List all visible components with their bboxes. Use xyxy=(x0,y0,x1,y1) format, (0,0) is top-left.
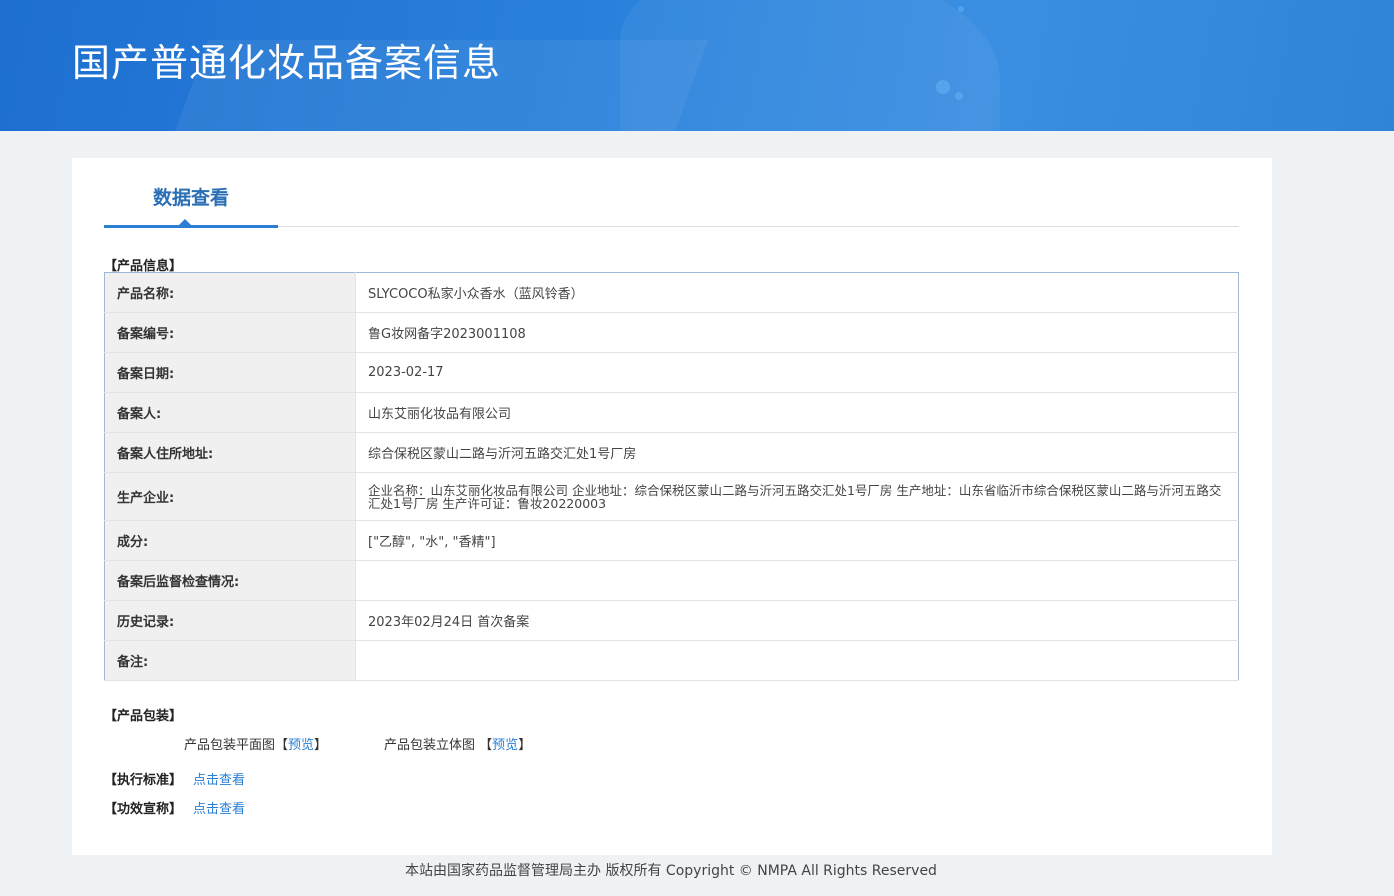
standard-title: 【执行标准】 xyxy=(104,773,183,788)
product-info-table: 产品名称: SLYCOCO私家小众香水（蓝风铃香） 备案编号: 鲁G妆网备字20230… xyxy=(104,272,1239,681)
table-row: 生产企业: 企业名称：山东艾丽化妆品有限公司 企业地址：综合保税区蒙山二路与沂河五… xyxy=(104,472,1239,521)
packaging-flat-row: 产品包装平面图【预览】 xyxy=(184,734,327,753)
row-value xyxy=(355,640,1239,681)
table-row: 备案编号: 鲁G妆网备字2023001108 xyxy=(104,312,1239,353)
header-decoration xyxy=(955,92,963,100)
bracket-open: 【 xyxy=(479,738,493,753)
packaging-flat-label: 产品包装平面图 xyxy=(184,738,276,753)
standard-view-link[interactable]: 点击查看 xyxy=(193,769,245,788)
row-key: 备注: xyxy=(104,640,356,681)
row-value: SLYCOCO私家小众香水（蓝风铃香） xyxy=(355,272,1239,313)
row-key: 备案人: xyxy=(104,392,356,433)
efficacy-view-link[interactable]: 点击查看 xyxy=(193,798,245,817)
table-row: 备案后监督检查情况: xyxy=(104,560,1239,601)
tab-active-indicator xyxy=(104,225,278,228)
table-row: 历史记录: 2023年02月24日 首次备案 xyxy=(104,600,1239,641)
footer-copyright: 本站由国家药品监督管理局主办 版权所有 Copyright © NMPA All… xyxy=(405,863,937,879)
row-value: 2023-02-17 xyxy=(355,352,1239,393)
table-row: 成分: ["乙醇", "水", "香精"] xyxy=(104,520,1239,561)
tab-caret-icon xyxy=(179,219,191,225)
packaging-solid-preview-link[interactable]: 预览 xyxy=(492,738,518,753)
page-title: 国产普通化妆品备案信息 xyxy=(72,41,502,85)
row-value: 鲁G妆网备字2023001108 xyxy=(355,312,1239,353)
row-key: 备案人住所地址: xyxy=(104,432,356,473)
row-key: 生产企业: xyxy=(104,472,356,521)
row-value: 企业名称：山东艾丽化妆品有限公司 企业地址：综合保税区蒙山二路与沂河五路交汇处1… xyxy=(355,472,1239,521)
header-decoration xyxy=(936,80,950,94)
header-decoration xyxy=(620,0,1000,131)
bracket-open: 【 xyxy=(275,738,289,753)
header-decoration xyxy=(958,6,964,12)
packaging-title: 【产品包装】 xyxy=(104,709,183,724)
row-value: 山东艾丽化妆品有限公司 xyxy=(355,392,1239,433)
row-key: 备案日期: xyxy=(104,352,356,393)
table-row: 备案人: 山东艾丽化妆品有限公司 xyxy=(104,392,1239,433)
row-value: ["乙醇", "水", "香精"] xyxy=(355,520,1239,561)
table-row: 备注: xyxy=(104,640,1239,681)
table-row: 备案人住所地址: 综合保税区蒙山二路与沂河五路交汇处1号厂房 xyxy=(104,432,1239,473)
table-row: 产品名称: SLYCOCO私家小众香水（蓝风铃香） xyxy=(104,272,1239,313)
row-value xyxy=(355,560,1239,601)
row-key: 成分: xyxy=(104,520,356,561)
bracket-close: 】 xyxy=(314,738,328,753)
packaging-solid-row: 产品包装立体图 【预览】 xyxy=(384,734,531,753)
bracket-close: 】 xyxy=(518,738,532,753)
packaging-solid-label: 产品包装立体图 xyxy=(384,738,476,753)
page-header: 国产普通化妆品备案信息 xyxy=(0,0,1394,131)
row-key: 产品名称: xyxy=(104,272,356,313)
efficacy-title: 【功效宣称】 xyxy=(104,802,183,817)
row-key: 备案编号: xyxy=(104,312,356,353)
row-value: 综合保税区蒙山二路与沂河五路交汇处1号厂房 xyxy=(355,432,1239,473)
row-key: 历史记录: xyxy=(104,600,356,641)
tab-data-view[interactable]: 数据查看 xyxy=(104,180,278,226)
row-key: 备案后监督检查情况: xyxy=(104,560,356,601)
packaging-flat-preview-link[interactable]: 预览 xyxy=(288,738,314,753)
content-card: 数据查看 【产品信息】 产品名称: SLYCOCO私家小众香水（蓝风铃香） 备案编号… xyxy=(72,158,1272,855)
table-row: 备案日期: 2023-02-17 xyxy=(104,352,1239,393)
row-value: 2023年02月24日 首次备案 xyxy=(355,600,1239,641)
